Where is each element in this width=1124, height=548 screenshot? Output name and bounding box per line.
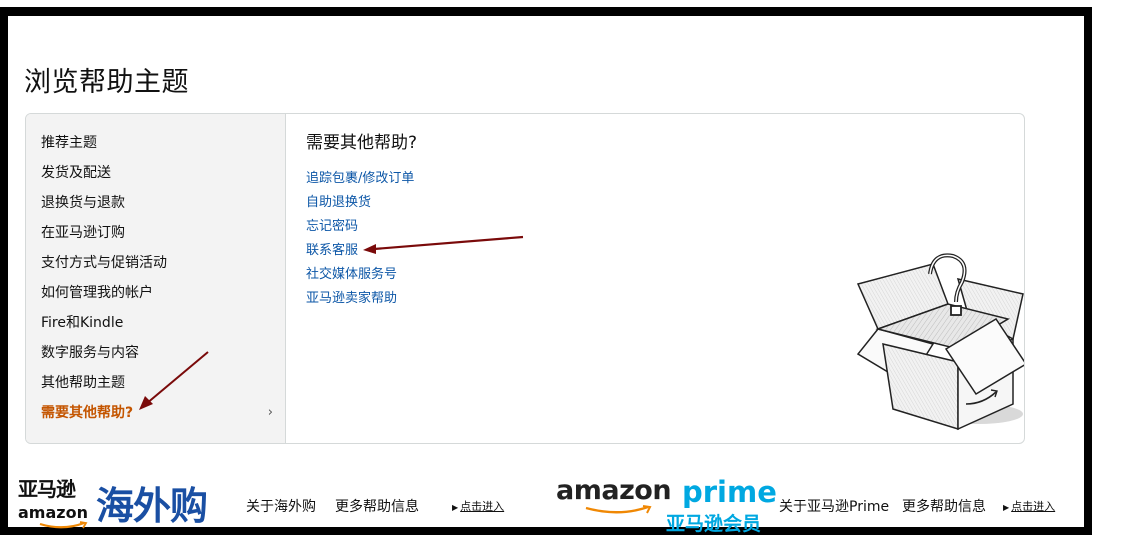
prime-enter-label: 点击进入 bbox=[1011, 500, 1056, 513]
amazon-smile-icon bbox=[585, 505, 652, 514]
sidebar-item-shipping[interactable]: 发货及配送 bbox=[26, 158, 285, 188]
panel-heading: 需要其他帮助? bbox=[306, 133, 418, 153]
screenshot-frame: 浏览帮助主题 推荐主题 发货及配送 退换货与退款 在亚马逊订购 支付方式与促销活… bbox=[0, 7, 1092, 535]
prime-more-link[interactable]: 更多帮助信息 bbox=[902, 496, 986, 516]
triangle-right-icon: ▶ bbox=[1003, 503, 1010, 512]
prime-logo-prime: prime bbox=[682, 475, 777, 509]
help-topics-box: 推荐主题 发货及配送 退换货与退款 在亚马逊订购 支付方式与促销活动 如何管理我… bbox=[25, 113, 1025, 444]
footer: 亚马逊 amazon 海外购 关于海外购 更多帮助信息 ▶ 点击进入 amazon… bbox=[16, 471, 1076, 541]
haiwaigou-logo[interactable]: 亚马逊 amazon 海外购 bbox=[16, 471, 226, 533]
help-panel: 需要其他帮助? 追踪包裹/修改订单 自助退换货 忘记密码 联系客服 社交媒体服务… bbox=[306, 128, 417, 311]
sidebar-item-ordering[interactable]: 在亚马逊订购 bbox=[26, 218, 285, 248]
prime-logo[interactable]: amazon prime 亚马逊会员 bbox=[556, 471, 777, 535]
haiwaigou-logo-big: 海外购 bbox=[96, 484, 208, 528]
page-title: 浏览帮助主题 bbox=[24, 67, 189, 98]
link-forgot-password[interactable]: 忘记密码 bbox=[306, 215, 417, 239]
link-contact-service[interactable]: 联系客服 bbox=[306, 239, 417, 263]
link-seller-help[interactable]: 亚马逊卖家帮助 bbox=[306, 287, 417, 311]
prime-enter-link[interactable]: ▶ 点击进入 bbox=[1003, 498, 1055, 514]
haiwaigou-logo-amazon: amazon bbox=[18, 503, 88, 522]
question-box-illustration bbox=[856, 253, 1024, 431]
prime-about-link[interactable]: 关于亚马逊Prime bbox=[779, 496, 889, 516]
sidebar-item-returns[interactable]: 退换货与退款 bbox=[26, 188, 285, 218]
amazon-smile-icon bbox=[39, 521, 88, 529]
sidebar-item-payment[interactable]: 支付方式与促销活动 bbox=[26, 248, 285, 278]
sidebar-item-recommended[interactable]: 推荐主题 bbox=[26, 128, 285, 158]
triangle-right-icon: ▶ bbox=[452, 503, 459, 512]
sidebar-item-need-help[interactable]: 需要其他帮助? › bbox=[26, 398, 285, 428]
sidebar-item-digital[interactable]: 数字服务与内容 bbox=[26, 338, 285, 368]
prime-logo-amazon: amazon bbox=[556, 475, 672, 506]
sidebar-item-account[interactable]: 如何管理我的帐户 bbox=[26, 278, 285, 308]
help-link-list: 追踪包裹/修改订单 自助退换货 忘记密码 联系客服 社交媒体服务号 亚马逊卖家帮… bbox=[306, 167, 417, 311]
sidebar-item-fire-kindle[interactable]: Fire和Kindle bbox=[26, 308, 285, 338]
haiwaigou-enter-link[interactable]: ▶ 点击进入 bbox=[452, 498, 504, 514]
topic-sidebar: 推荐主题 发货及配送 退换货与退款 在亚马逊订购 支付方式与促销活动 如何管理我… bbox=[26, 114, 286, 443]
prime-logo-cn: 亚马逊会员 bbox=[666, 513, 762, 535]
haiwaigou-more-link[interactable]: 更多帮助信息 bbox=[335, 496, 419, 516]
link-track-package[interactable]: 追踪包裹/修改订单 bbox=[306, 167, 417, 191]
haiwaigou-enter-label: 点击进入 bbox=[460, 500, 505, 513]
sidebar-item-need-help-label: 需要其他帮助? bbox=[41, 405, 134, 421]
link-self-return[interactable]: 自助退换货 bbox=[306, 191, 417, 215]
link-social-media[interactable]: 社交媒体服务号 bbox=[306, 263, 417, 287]
haiwaigou-logo-cn: 亚马逊 bbox=[18, 477, 76, 501]
sidebar-item-other-topics[interactable]: 其他帮助主题 bbox=[26, 368, 285, 398]
chevron-right-icon: › bbox=[267, 405, 273, 420]
haiwaigou-about-link[interactable]: 关于海外购 bbox=[246, 496, 316, 516]
